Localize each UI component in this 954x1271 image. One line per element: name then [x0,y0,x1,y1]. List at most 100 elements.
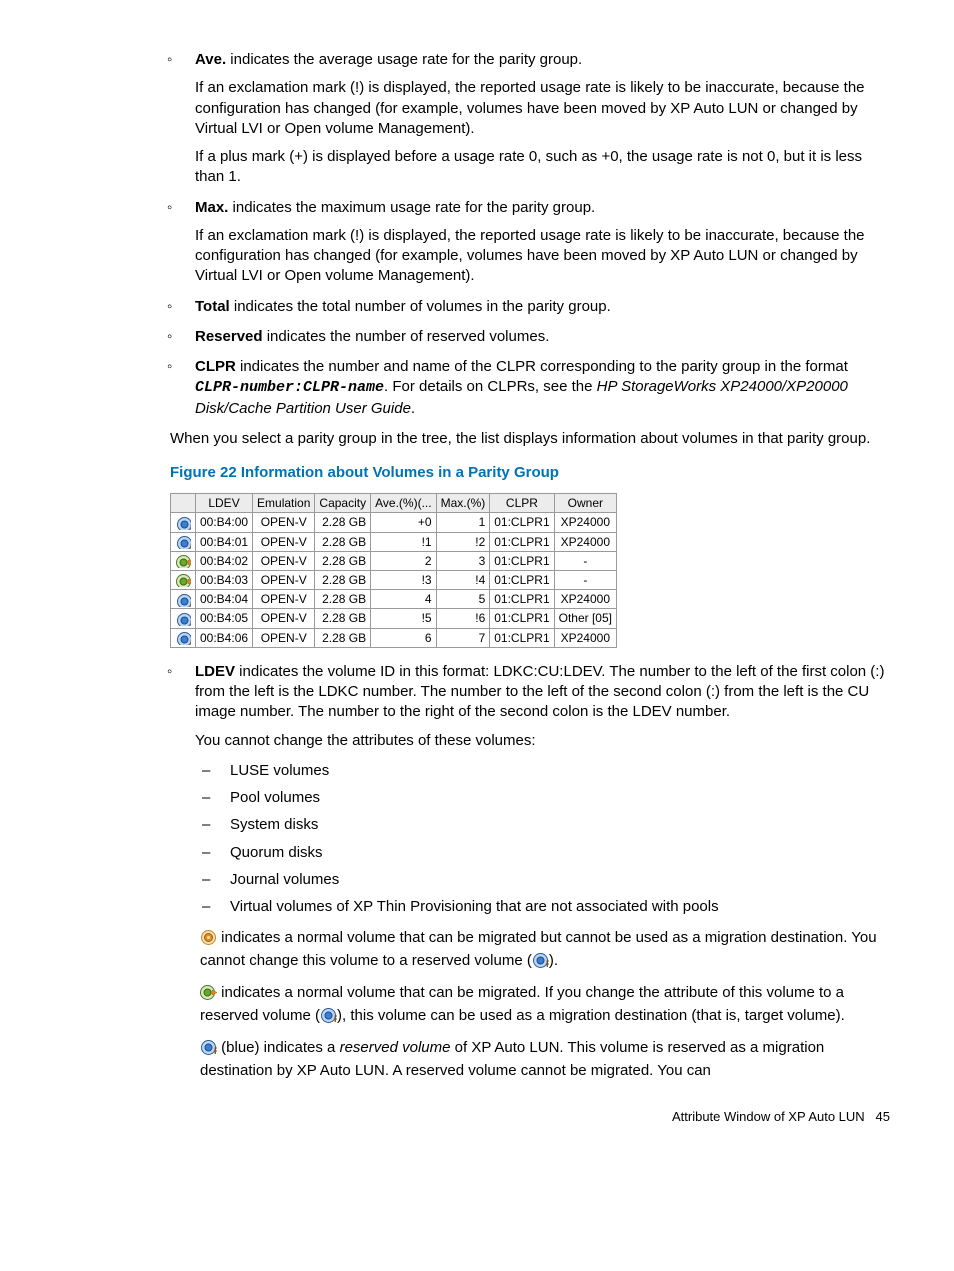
volume-table-wrap: LDEVEmulationCapacityAve.(%)(...Max.(%)C… [170,493,894,648]
col-header: Owner [554,494,616,513]
list-item: LUSE volumes [230,761,894,781]
cell-emu: OPEN-V [253,609,315,628]
cell-max: !4 [436,571,490,590]
cell-max: 7 [436,628,490,647]
ldev-bullet-list: LDEV indicates the volume ID in this for… [60,662,894,751]
cell-emu: OPEN-V [253,551,315,570]
cell-emu: OPEN-V [253,532,315,551]
bullet-ave: Ave. indicates the average usage rate fo… [195,50,894,188]
cell-clpr: 01:CLPR1 [490,532,554,551]
bullet-ldev: LDEV indicates the volume ID in this for… [195,662,894,751]
table-row: 00:B4:06OPEN-V2.28 GB6701:CLPR1XP24000 [171,628,617,647]
row-icon-cell [171,609,196,628]
table-row: 00:B4:00OPEN-V2.28 GB+0101:CLPR1XP24000 [171,513,617,532]
volume-type-icon [176,555,191,568]
ave-lead: indicates the average usage rate for the… [226,51,582,68]
reserved-title: Reserved [195,328,263,345]
cell-ave: 4 [371,590,436,609]
row-icon-cell [171,590,196,609]
volume-type-icon [176,632,191,645]
col-header: Emulation [253,494,315,513]
cannot-change-list: LUSE volumesPool volumesSystem disksQuor… [60,761,894,918]
reserved-icon [320,1008,337,1023]
cell-cap: 2.28 GB [315,609,371,628]
table-row: 00:B4:02OPEN-V2.28 GB2301:CLPR1- [171,551,617,570]
volume-type-icon [176,613,191,626]
ldev-cannot: You cannot change the attributes of thes… [195,731,894,751]
table-row: 00:B4:05OPEN-V2.28 GB!5!601:CLPR1Other [… [171,609,617,628]
ave-p1: If an exclamation mark (!) is displayed,… [195,78,894,139]
clpr-lead-b: . For details on CLPRs, see the [384,378,597,395]
cell-cap: 2.28 GB [315,551,371,570]
volume-type-icon [176,574,191,587]
cell-owner: XP24000 [554,532,616,551]
table-body: 00:B4:00OPEN-V2.28 GB+0101:CLPR1XP240000… [171,513,617,647]
cell-clpr: 01:CLPR1 [490,551,554,570]
select-paragraph: When you select a parity group in the tr… [170,429,894,449]
migratable-icon [200,985,217,1000]
cell-ldev: 00:B4:00 [196,513,253,532]
cell-cap: 2.28 GB [315,628,371,647]
ave-p2: If a plus mark (+) is displayed before a… [195,147,894,188]
cell-ave: !3 [371,571,436,590]
volume-table: LDEVEmulationCapacityAve.(%)(...Max.(%)C… [170,493,617,648]
table-row: 00:B4:03OPEN-V2.28 GB!3!401:CLPR1- [171,571,617,590]
cell-emu: OPEN-V [253,628,315,647]
cell-emu: OPEN-V [253,590,315,609]
table-header-row: LDEVEmulationCapacityAve.(%)(...Max.(%)C… [171,494,617,513]
cell-max: 3 [436,551,490,570]
top-bullet-list: Ave. indicates the average usage rate fo… [60,50,894,419]
page-footer: Attribute Window of XP Auto LUN 45 [60,1108,894,1126]
cell-ave: !5 [371,609,436,628]
list-item: Quorum disks [230,843,894,863]
list-item: Journal volumes [230,870,894,890]
res-i: reserved volume [340,1039,451,1056]
cell-owner: - [554,571,616,590]
cell-emu: OPEN-V [253,513,315,532]
clpr-code: CLPR-number:CLPR-name [195,379,384,396]
max-p1: If an exclamation mark (!) is displayed,… [195,226,894,287]
row-icon-cell [171,513,196,532]
cell-owner: XP24000 [554,590,616,609]
cell-clpr: 01:CLPR1 [490,571,554,590]
row-icon-cell [171,551,196,570]
res-a: (blue) indicates a [217,1039,340,1056]
volume-type-icon [176,536,191,549]
clpr-lead-a: indicates the number and name of the CLP… [236,358,848,375]
cell-clpr: 01:CLPR1 [490,590,554,609]
figure-caption: Figure 22 Information about Volumes in a… [170,463,894,483]
cell-ldev: 00:B4:04 [196,590,253,609]
cell-ave: 2 [371,551,436,570]
cell-owner: XP24000 [554,628,616,647]
cell-emu: OPEN-V [253,571,315,590]
row-icon-cell [171,571,196,590]
cell-ldev: 00:B4:03 [196,571,253,590]
reserved-icon [532,953,549,968]
cell-owner: Other [05] [554,609,616,628]
cell-owner: - [554,551,616,570]
table-row: 00:B4:01OPEN-V2.28 GB!1!201:CLPR1XP24000 [171,532,617,551]
cell-max: !2 [436,532,490,551]
cell-cap: 2.28 GB [315,590,371,609]
cell-clpr: 01:CLPR1 [490,609,554,628]
cell-cap: 2.28 GB [315,532,371,551]
cell-ave: +0 [371,513,436,532]
bullet-clpr: CLPR indicates the number and name of th… [195,357,894,419]
col-header: CLPR [490,494,554,513]
cell-ldev: 00:B4:01 [196,532,253,551]
ldev-lead: indicates the volume ID in this format: … [195,663,884,721]
icon-desc-nomig: indicates a normal volume that can be mi… [200,927,894,972]
col-header: Max.(%) [436,494,490,513]
bullet-max: Max. indicates the maximum usage rate fo… [195,198,894,287]
clpr-title: CLPR [195,358,236,375]
cell-cap: 2.28 GB [315,513,371,532]
ldev-title: LDEV [195,663,235,680]
clpr-lead-c: . [411,400,415,417]
mig-b: ), this volume can be used as a migratio… [337,1007,845,1024]
cell-max: 5 [436,590,490,609]
volume-type-icon [176,517,191,530]
row-icon-cell [171,628,196,647]
ave-title: Ave. [195,51,226,68]
bullet-total: Total indicates the total number of volu… [195,297,894,317]
cell-clpr: 01:CLPR1 [490,628,554,647]
